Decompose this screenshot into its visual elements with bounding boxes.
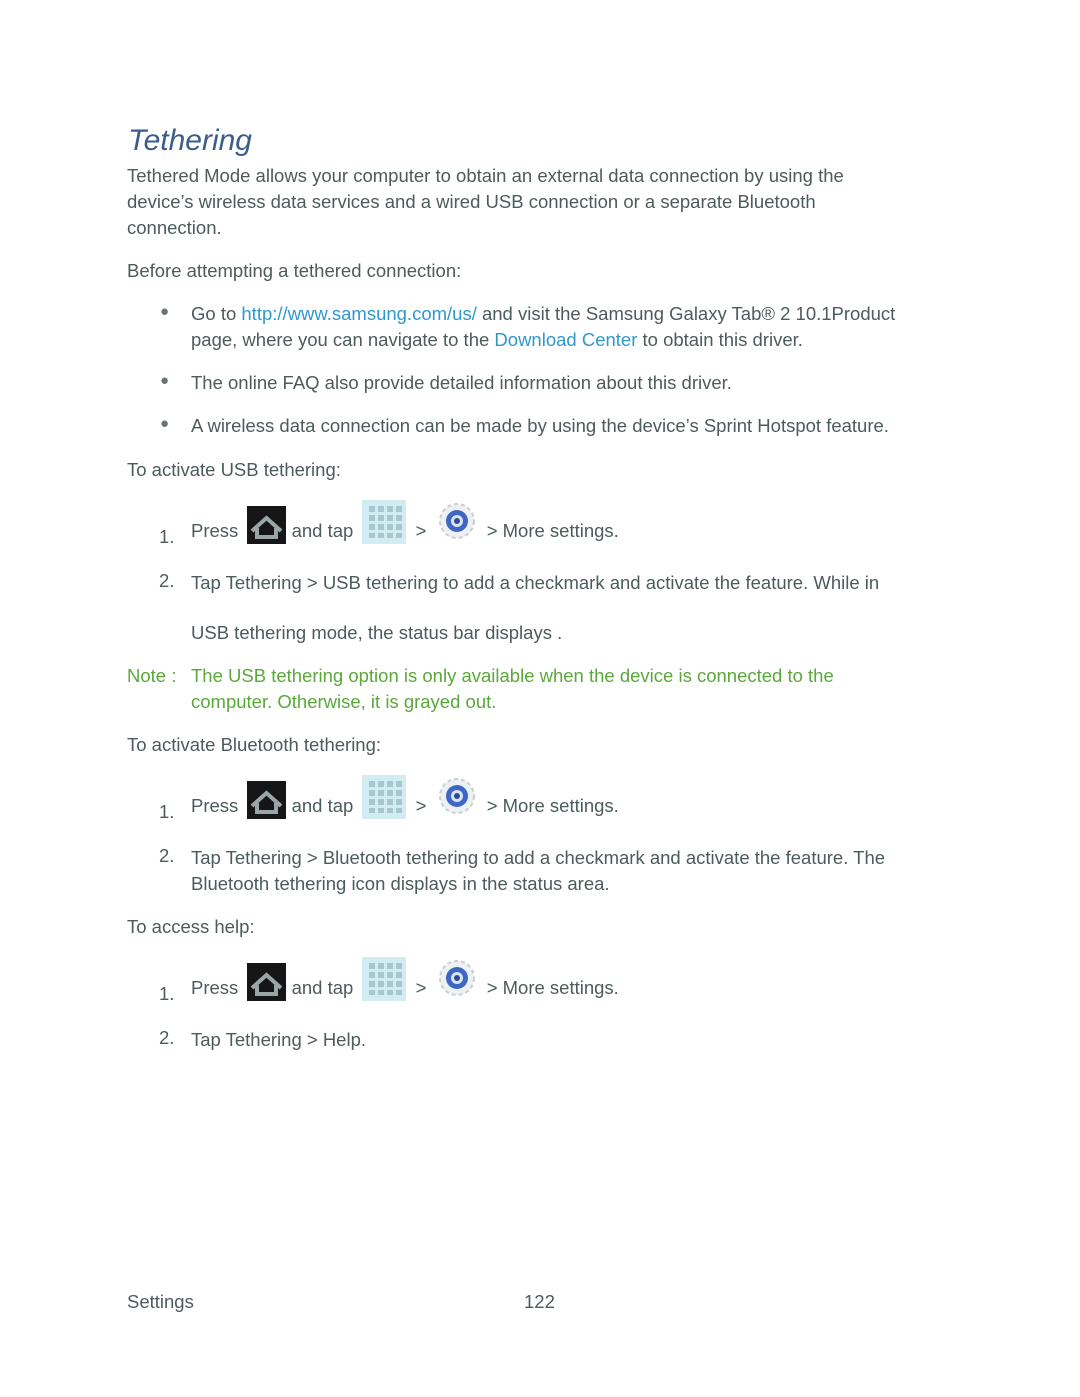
step-text: and tap	[291, 977, 354, 998]
usb-step-2-line1: Tap Tethering > USB tethering to add a c…	[191, 572, 880, 593]
home-key-icon	[247, 506, 287, 544]
step-number: 1.	[159, 526, 175, 547]
applications-icon	[362, 500, 407, 544]
help-heading: To access help:	[127, 916, 255, 937]
note-line: The USB tethering option is only availab…	[191, 665, 834, 686]
bullet-text: and visit the Samsung Galaxy Tab® 2 10.1…	[476, 303, 896, 324]
step-text: > More settings.	[486, 795, 619, 816]
step-text: > More settings.	[486, 977, 619, 998]
step-number: 1.	[159, 983, 175, 1004]
settings-gear-icon	[436, 777, 478, 819]
bullet-text: to obtain this driver.	[637, 329, 803, 350]
usb-heading: To activate USB tethering:	[127, 459, 341, 480]
list-item: Go to http://www.samsung.com/us/ and vis…	[191, 301, 895, 353]
list-item: The online FAQ also provide detailed inf…	[191, 372, 732, 393]
bullet-icon: ●	[160, 372, 170, 389]
samsung-link[interactable]: http://www.samsung.com/us/	[241, 303, 476, 324]
home-key-icon	[247, 963, 287, 1001]
usb-step-2-line2: USB tethering mode, the status bar displ…	[191, 622, 563, 643]
note-text: The USB tethering option is only availab…	[191, 663, 834, 715]
step-text: and tap	[291, 795, 354, 816]
bullet-text: Go to	[191, 303, 242, 324]
step-text: Press	[191, 795, 239, 816]
bullet-icon: ●	[160, 415, 170, 432]
bluetooth-heading: To activate Bluetooth tethering:	[127, 734, 382, 755]
step-text: Press	[191, 520, 239, 541]
separator: >	[415, 520, 427, 541]
before-label: Before attempting a tethered connection:	[127, 260, 462, 281]
step-number: 2.	[159, 845, 175, 866]
separator: >	[415, 795, 427, 816]
usb-step-1: Press and tap > > More settings.	[191, 500, 619, 544]
list-item: A wireless data connection can be made b…	[191, 415, 889, 436]
help-step-2: Tap Tethering > Help.	[191, 1029, 367, 1050]
applications-icon	[362, 957, 407, 1001]
settings-gear-icon	[436, 502, 478, 544]
step-text: and tap	[291, 520, 354, 541]
settings-gear-icon	[436, 959, 478, 1001]
page-number: 122	[524, 1291, 555, 1312]
step-text: Press	[191, 977, 239, 998]
page-title: Tethering	[128, 124, 252, 157]
intro-paragraph: Tethered Mode allows your computer to ob…	[127, 163, 844, 241]
applications-icon	[362, 775, 407, 819]
bullet-text: page, where you can navigate to the	[191, 329, 495, 350]
home-key-icon	[247, 781, 287, 819]
intro-line: connection.	[127, 217, 222, 238]
help-step-1: Press and tap > > More settings.	[191, 957, 619, 1001]
step-number: 1.	[159, 801, 175, 822]
download-center-link[interactable]: Download Center	[494, 329, 637, 350]
step-line: Tap Tethering > Bluetooth tethering to a…	[191, 847, 886, 868]
bullet-icon: ●	[160, 303, 170, 320]
note-line: computer. Otherwise, it is grayed out.	[191, 691, 497, 712]
note-label: Note :	[127, 665, 177, 686]
step-line: Bluetooth tethering icon displays in the…	[191, 873, 610, 894]
bluetooth-step-2: Tap Tethering > Bluetooth tethering to a…	[191, 845, 885, 897]
intro-line: Tethered Mode allows your computer to ob…	[127, 165, 844, 186]
separator: >	[415, 977, 427, 998]
intro-line: device’s wireless data services and a wi…	[127, 191, 816, 212]
bluetooth-step-1: Press and tap > > More settings.	[191, 775, 619, 819]
step-number: 2.	[159, 1027, 175, 1048]
step-text: > More settings.	[486, 520, 619, 541]
footer-section: Settings	[127, 1291, 194, 1312]
step-number: 2.	[159, 570, 175, 591]
